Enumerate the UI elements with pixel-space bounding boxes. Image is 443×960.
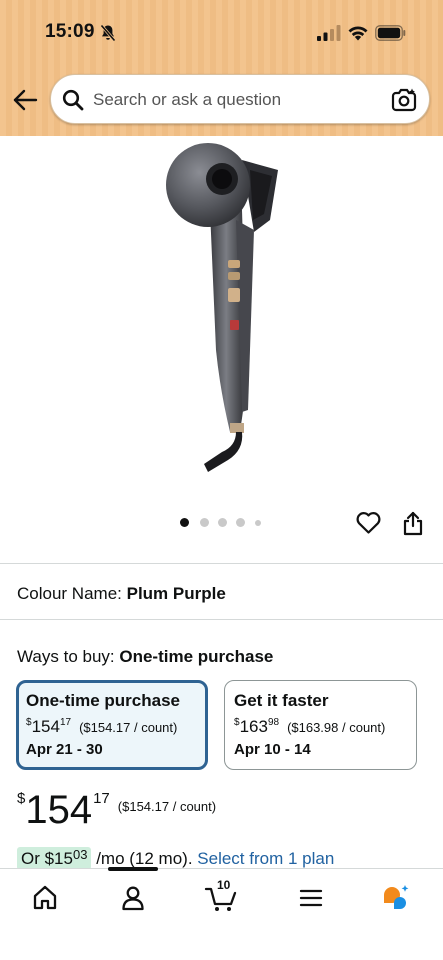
- option-delivery-dates: Apr 21 - 30: [26, 741, 103, 758]
- share-icon[interactable]: [402, 511, 424, 536]
- select-plan-link[interactable]: Select from 1 plan: [197, 849, 334, 868]
- colour-label: Colour Name:: [17, 584, 122, 603]
- heart-icon[interactable]: [356, 511, 381, 535]
- price-unit: ($154.17 / count): [117, 799, 217, 814]
- carousel-dot[interactable]: [200, 518, 209, 527]
- price-fraction: 17: [93, 790, 110, 807]
- search-icon: [62, 89, 84, 111]
- bell-off-icon: [100, 24, 116, 42]
- assistant-icon[interactable]: [380, 883, 410, 913]
- section-divider: [0, 619, 443, 620]
- home-icon[interactable]: [30, 883, 60, 913]
- option-unit-price: ($163.98 / count): [287, 720, 386, 735]
- cellular-signal-icon: [317, 25, 341, 41]
- installment-terms: /mo (12 mo).: [96, 849, 193, 868]
- ways-to-buy-selected: One-time purchase: [119, 647, 274, 666]
- option-unit-price: ($154.17 / count): [79, 720, 178, 735]
- option-price: $15417 ($154.17 / count): [26, 717, 178, 736]
- cart-count-badge: 10: [217, 878, 231, 892]
- carousel-dot[interactable]: [236, 518, 245, 527]
- get-it-faster-option[interactable]: Get it faster $16398 ($163.98 / count) Ap…: [224, 680, 417, 770]
- option-price: $16398 ($163.98 / count): [234, 717, 386, 736]
- ways-to-buy-heading: Ways to buy: One-time purchase: [17, 647, 273, 667]
- app-header: 15:09 Search or ask a question: [0, 0, 443, 136]
- status-time: 15:09: [45, 21, 95, 42]
- menu-icon[interactable]: [296, 883, 326, 913]
- camera-lens-icon[interactable]: [391, 87, 417, 113]
- account-icon[interactable]: [118, 883, 148, 913]
- carousel-dot[interactable]: [180, 518, 189, 527]
- image-carousel-dots[interactable]: [180, 518, 262, 528]
- price-whole: 154: [25, 788, 93, 832]
- bottom-nav-bar: 10: [0, 867, 443, 960]
- back-arrow-icon[interactable]: [12, 88, 38, 112]
- colour-value: Plum Purple: [126, 584, 226, 603]
- one-time-purchase-option[interactable]: One-time purchase $15417 ($154.17 / count…: [16, 680, 208, 770]
- installment-amount: Or $1503: [17, 847, 92, 870]
- active-tab-indicator: [108, 867, 158, 871]
- carousel-dot[interactable]: [255, 520, 261, 526]
- battery-icon: [375, 25, 406, 41]
- option-title: Get it faster: [234, 691, 329, 710]
- carousel-dot[interactable]: [218, 518, 227, 527]
- search-input[interactable]: Search or ask a question: [93, 90, 281, 110]
- wifi-icon: [348, 26, 368, 41]
- section-divider: [0, 563, 443, 564]
- colour-name-row[interactable]: Colour Name: Plum Purple: [17, 584, 226, 604]
- product-image[interactable]: [150, 140, 290, 480]
- option-delivery-dates: Apr 10 - 14: [234, 741, 311, 758]
- status-bar: 15:09: [0, 0, 443, 64]
- product-price: $15417 ($154.17 / count): [17, 788, 216, 834]
- search-bar[interactable]: Search or ask a question: [50, 74, 430, 124]
- option-title: One-time purchase: [26, 691, 180, 710]
- ways-to-buy-label: Ways to buy:: [17, 647, 115, 666]
